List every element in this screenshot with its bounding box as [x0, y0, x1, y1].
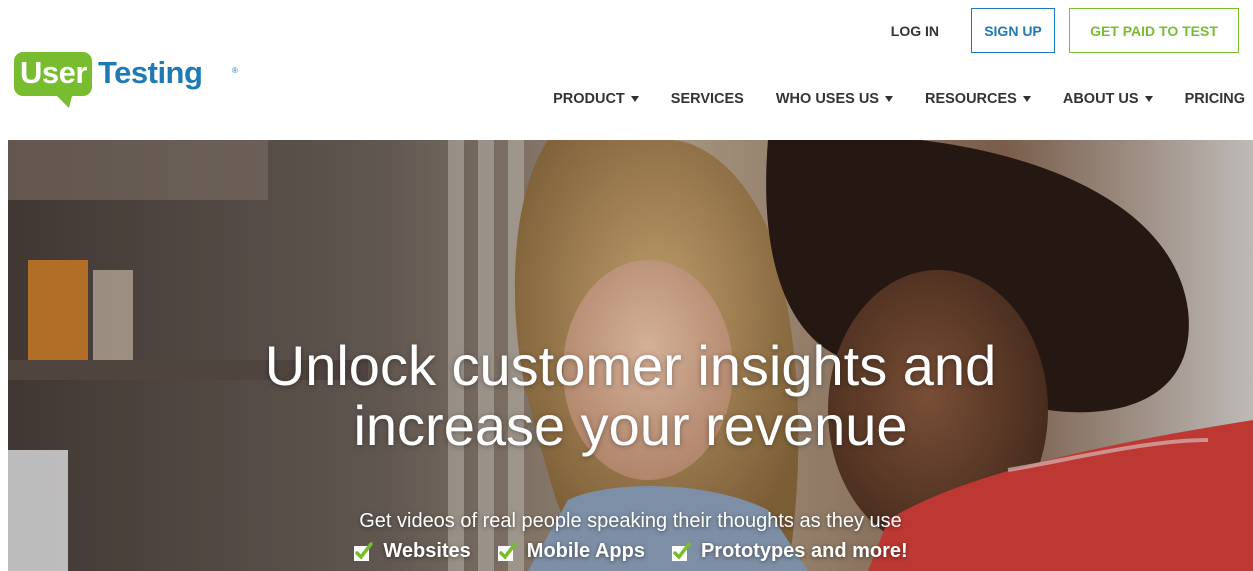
feature-label: Websites — [383, 540, 471, 562]
nav-item-label: WHO USES US — [775, 91, 879, 107]
feature-label: Mobile Apps — [526, 540, 645, 562]
nav-item-label: SERVICES — [670, 91, 744, 107]
feature-prototypes: Prototypes and more! — [671, 540, 908, 563]
nav-item-product[interactable]: PRODUCT — [553, 91, 639, 107]
logo-text-testing: Testing — [98, 55, 203, 90]
hero-title-line-1: Unlock customer insights and — [264, 334, 997, 397]
usertesting-logo[interactable]: User Testing ® — [14, 52, 244, 110]
nav-item-label: PRICING — [1184, 91, 1245, 107]
caret-down-icon — [630, 96, 639, 102]
main-nav: PRODUCT SERVICES WHO USES US RESOURCES A… — [553, 88, 1245, 110]
login-link[interactable]: LOG IN — [891, 23, 939, 39]
hero-subtitle: Get videos of real people speaking their… — [359, 510, 902, 532]
nav-item-resources[interactable]: RESOURCES — [925, 91, 1031, 107]
nav-item-about-us[interactable]: ABOUT US — [1063, 91, 1153, 107]
nav-item-who-uses-us[interactable]: WHO USES US — [776, 91, 893, 107]
site-header: User Testing ® LOG IN SIGN UP GET PAID T… — [0, 0, 1253, 140]
get-paid-to-test-button[interactable]: GET PAID TO TEST — [1069, 8, 1239, 53]
nav-item-pricing[interactable]: PRICING — [1185, 91, 1245, 107]
hero-title-line-2: increase your revenue — [353, 394, 908, 457]
caret-down-icon — [1022, 96, 1031, 102]
feature-websites: Websites — [353, 540, 471, 563]
signup-button[interactable]: SIGN UP — [971, 8, 1055, 53]
feature-mobile-apps: Mobile Apps — [497, 540, 645, 563]
caret-down-icon — [1144, 96, 1153, 102]
logo-text-user: User — [20, 55, 87, 90]
checkbox-check-icon — [354, 541, 374, 561]
checkbox-check-icon — [671, 541, 691, 561]
feature-label: Prototypes and more! — [700, 540, 908, 562]
logo-registered-mark: ® — [232, 66, 238, 75]
nav-item-services[interactable]: SERVICES — [671, 91, 744, 107]
feature-list: Websites Mobile Apps Prototypes and more… — [8, 540, 1253, 563]
nav-item-label: PRODUCT — [553, 91, 625, 107]
checkbox-check-icon — [497, 541, 517, 561]
caret-down-icon — [884, 96, 893, 102]
hero-banner: Unlock customer insights and increase yo… — [8, 140, 1253, 571]
nav-item-label: ABOUT US — [1062, 91, 1139, 107]
top-links: LOG IN SIGN UP GET PAID TO TEST — [891, 8, 1239, 53]
hero-title: Unlock customer insights and increase yo… — [8, 336, 1253, 456]
nav-item-label: RESOURCES — [924, 91, 1017, 107]
